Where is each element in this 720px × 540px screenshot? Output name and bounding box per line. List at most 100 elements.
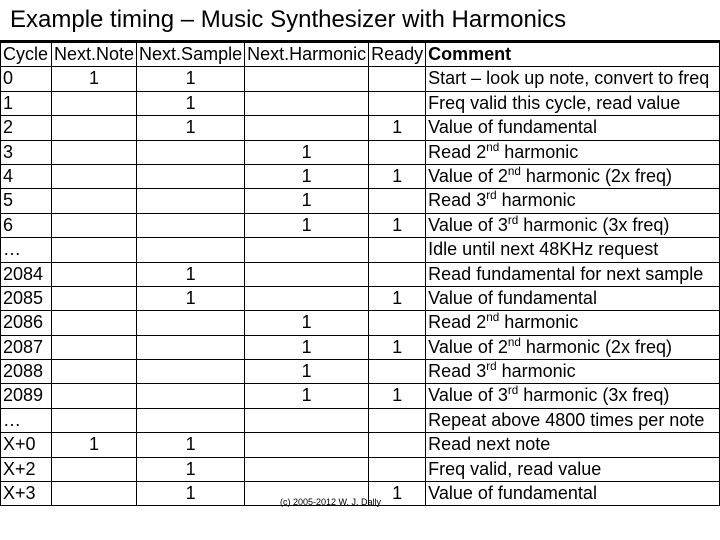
cell-comment: Start – look up note, convert to freq	[426, 67, 720, 91]
cell-cycle: X+0	[1, 433, 52, 457]
cell-next-sample: 1	[137, 116, 245, 140]
cell-next-note	[52, 262, 137, 286]
table-row: 208911Value of 3rd harmonic (3x freq)	[1, 384, 720, 408]
cell-next-harmonic	[245, 116, 369, 140]
cell-next-note	[52, 189, 137, 213]
cell-next-sample	[137, 384, 245, 408]
cell-cycle: 5	[1, 189, 52, 213]
cell-cycle: 2088	[1, 360, 52, 384]
table-header-row: Cycle Next.Note Next.Sample Next.Harmoni…	[1, 43, 720, 67]
cell-next-sample	[137, 189, 245, 213]
table-row: 3 1 Read 2nd harmonic	[1, 140, 720, 164]
cell-next-harmonic	[245, 262, 369, 286]
cell-comment: Read next note	[426, 433, 720, 457]
cell-cycle: 0	[1, 67, 52, 91]
table-row: 611Value of 3rd harmonic (3x freq)	[1, 213, 720, 237]
cell-next-sample: 1	[137, 262, 245, 286]
cell-next-harmonic	[245, 457, 369, 481]
cell-ready	[369, 433, 426, 457]
table-row: 011Start – look up note, convert to freq	[1, 67, 720, 91]
cell-comment: Read 3rd harmonic	[426, 360, 720, 384]
cell-next-note	[52, 457, 137, 481]
cell-comment: Value of 3rd harmonic (3x freq)	[426, 384, 720, 408]
cell-ready: 1	[369, 286, 426, 310]
cell-cycle: 2084	[1, 262, 52, 286]
cell-next-sample	[137, 140, 245, 164]
cell-next-note	[52, 384, 137, 408]
cell-comment: Repeat above 4800 times per note	[426, 408, 720, 432]
cell-next-harmonic: 1	[245, 384, 369, 408]
cell-cycle: 3	[1, 140, 52, 164]
cell-next-note	[52, 482, 137, 506]
cell-next-harmonic: 1	[245, 360, 369, 384]
cell-cycle: …	[1, 238, 52, 262]
cell-cycle: 2	[1, 116, 52, 140]
cell-next-harmonic: 1	[245, 335, 369, 359]
cell-ready: 1	[369, 164, 426, 188]
cell-cycle: 2087	[1, 335, 52, 359]
cell-comment: Value of 2nd harmonic (2x freq)	[426, 335, 720, 359]
cell-next-sample	[137, 238, 245, 262]
cell-ready	[369, 67, 426, 91]
table-row: 20861Read 2nd harmonic	[1, 311, 720, 335]
table-row: 208711Value of 2nd harmonic (2x freq)	[1, 335, 720, 359]
cell-comment: Freq valid this cycle, read value	[426, 91, 720, 115]
cell-next-note	[52, 311, 137, 335]
cell-comment: Read 2nd harmonic	[426, 140, 720, 164]
cell-next-harmonic: 1	[245, 213, 369, 237]
cell-comment: Read fundamental for next sample	[426, 262, 720, 286]
table-row: 5 1 Read 3rd harmonic	[1, 189, 720, 213]
header-comment: Comment	[426, 43, 720, 67]
cell-next-harmonic	[245, 433, 369, 457]
cell-next-note	[52, 116, 137, 140]
cell-next-note	[52, 335, 137, 359]
cell-comment: Freq valid, read value	[426, 457, 720, 481]
table-row: …Repeat above 4800 times per note	[1, 408, 720, 432]
cell-next-harmonic	[245, 408, 369, 432]
cell-cycle: 1	[1, 91, 52, 115]
table-row: X+2 1 Freq valid, read value	[1, 457, 720, 481]
cell-next-sample: 1	[137, 457, 245, 481]
cell-next-harmonic: 1	[245, 189, 369, 213]
cell-ready: 1	[369, 213, 426, 237]
header-next-note: Next.Note	[52, 43, 137, 67]
cell-next-note	[52, 140, 137, 164]
copyright-footer: (c) 2005-2012 W. J. Dally	[280, 497, 381, 507]
header-cycle: Cycle	[1, 43, 52, 67]
cell-cycle: 2089	[1, 384, 52, 408]
table-row: 11Freq valid this cycle, read value	[1, 91, 720, 115]
cell-ready	[369, 140, 426, 164]
table-row: 211Value of fundamental	[1, 116, 720, 140]
page-title: Example timing – Music Synthesizer with …	[0, 0, 720, 42]
cell-next-note	[52, 408, 137, 432]
cell-next-sample	[137, 335, 245, 359]
cell-comment: Idle until next 48KHz request	[426, 238, 720, 262]
cell-next-sample: 1	[137, 482, 245, 506]
cell-next-note	[52, 360, 137, 384]
cell-cycle: X+2	[1, 457, 52, 481]
cell-next-harmonic	[245, 91, 369, 115]
cell-next-harmonic	[245, 286, 369, 310]
cell-next-harmonic	[245, 238, 369, 262]
cell-ready	[369, 262, 426, 286]
cell-next-note: 1	[52, 67, 137, 91]
table-row: 2084 1 Read fundamental for next sample	[1, 262, 720, 286]
table-row: X+011Read next note	[1, 433, 720, 457]
cell-cycle: 4	[1, 164, 52, 188]
timing-table: Cycle Next.Note Next.Sample Next.Harmoni…	[0, 42, 720, 506]
cell-next-harmonic: 1	[245, 140, 369, 164]
cell-comment: Value of 2nd harmonic (2x freq)	[426, 164, 720, 188]
cell-next-sample	[137, 213, 245, 237]
cell-next-sample	[137, 408, 245, 432]
cell-next-note	[52, 91, 137, 115]
cell-ready: 1	[369, 384, 426, 408]
header-next-harmonic: Next.Harmonic	[245, 43, 369, 67]
cell-next-sample: 1	[137, 67, 245, 91]
cell-ready	[369, 457, 426, 481]
cell-ready	[369, 408, 426, 432]
cell-cycle: X+3	[1, 482, 52, 506]
cell-comment: Value of fundamental	[426, 286, 720, 310]
cell-ready	[369, 360, 426, 384]
cell-comment: Read 3rd harmonic	[426, 189, 720, 213]
cell-next-sample	[137, 311, 245, 335]
